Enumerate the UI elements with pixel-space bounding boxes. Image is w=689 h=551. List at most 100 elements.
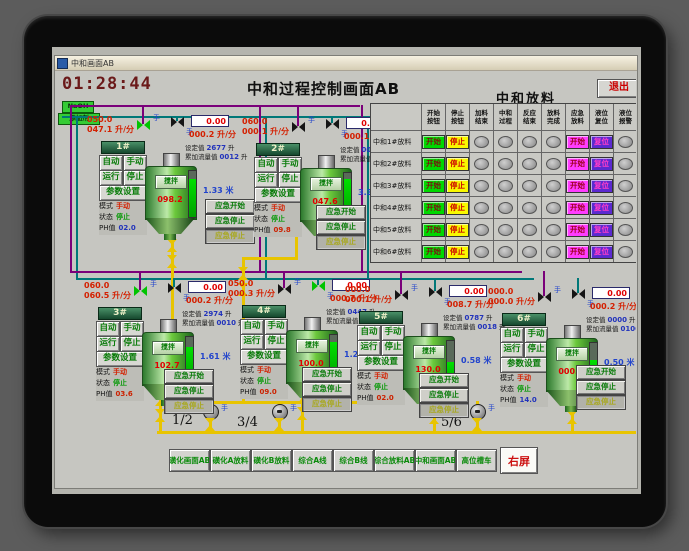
stir-button[interactable]: 搅拌 [296, 339, 328, 353]
emergency-start-button[interactable]: 应急开始 [316, 205, 366, 220]
inlet-valve-right-icon[interactable] [168, 283, 181, 294]
inlet-valve-right-icon[interactable] [326, 119, 339, 130]
auto-button[interactable]: 自动 [357, 325, 381, 341]
emergency-stop-button[interactable]: 应急停止 [316, 220, 366, 235]
nav-button-5[interactable]: 综合B线 [333, 449, 374, 472]
discharge-stop-button[interactable]: 停止 [446, 156, 469, 171]
info-value: 手动 [271, 204, 285, 212]
emergency-discharge-button[interactable]: 开始 [566, 156, 589, 171]
inlet-valve-left-icon[interactable] [137, 120, 150, 131]
nav-button-1[interactable]: 磺化画面AB [169, 449, 210, 472]
stop-button[interactable]: 停止 [278, 172, 302, 188]
inlet-valve-right-icon[interactable] [429, 287, 442, 298]
inlet-valve-left-icon[interactable] [134, 286, 147, 297]
manual-button[interactable]: 手动 [264, 319, 288, 335]
inlet-valve-right-icon[interactable] [171, 117, 184, 128]
table-cell [613, 240, 636, 262]
window-titlebar[interactable]: 中和画面AB [55, 56, 637, 71]
nav-button-8[interactable]: 高位槽车 [456, 449, 497, 472]
param-settings-button[interactable]: 参数设置 [500, 357, 548, 373]
param-settings-button[interactable]: 参数设置 [96, 351, 144, 367]
emergency-stop-button[interactable]: 应急停止 [576, 380, 626, 395]
level-reset-button[interactable]: 复位 [590, 200, 613, 215]
tank-graphic[interactable]: 搅拌 098.2 [145, 153, 199, 241]
run-button[interactable]: 运行 [254, 172, 278, 188]
discharge-stop-button[interactable]: 停止 [446, 134, 469, 149]
auto-button[interactable]: 自动 [254, 157, 278, 173]
nav-button-right-screen[interactable]: 右屏 [500, 447, 538, 474]
emergency-discharge-button[interactable]: 开始 [566, 222, 589, 237]
inlet-valve-left-icon[interactable] [538, 292, 551, 303]
stir-button[interactable]: 搅拌 [413, 345, 445, 359]
info-value: 手动 [257, 366, 271, 374]
emergency-discharge-button[interactable]: 开始 [566, 244, 589, 259]
emergency-start-button[interactable]: 应急开始 [576, 365, 626, 380]
manual-button[interactable]: 手动 [123, 155, 147, 171]
stop-button[interactable]: 停止 [120, 336, 144, 352]
level-reset-button[interactable]: 复位 [590, 156, 613, 171]
discharge-stop-button[interactable]: 停止 [446, 222, 469, 237]
pump-valve-icon[interactable] [274, 418, 285, 431]
level-reset-button[interactable]: 复位 [590, 244, 613, 259]
nav-button-2[interactable]: 磺化A放料 [210, 449, 251, 472]
stir-button[interactable]: 搅拌 [155, 175, 187, 189]
discharge-stop-button[interactable]: 停止 [446, 244, 469, 259]
discharge-start-button[interactable]: 开始 [422, 156, 445, 171]
discharge-start-button[interactable]: 开始 [422, 244, 445, 259]
run-button[interactable]: 运行 [357, 340, 381, 356]
discharge-start-button[interactable]: 开始 [422, 222, 445, 237]
param-settings-button[interactable]: 参数设置 [357, 355, 405, 371]
manual-button[interactable]: 手动 [278, 157, 302, 173]
manual-button[interactable]: 手动 [120, 321, 144, 337]
inlet-valve-right-icon[interactable] [572, 289, 585, 300]
emergency-discharge-button[interactable]: 开始 [566, 178, 589, 193]
emergency-stop-button[interactable]: 应急停止 [164, 384, 214, 399]
discharge-stop-button[interactable]: 停止 [446, 200, 469, 215]
manual-button[interactable]: 手动 [524, 327, 548, 343]
run-button[interactable]: 运行 [96, 336, 120, 352]
emergency-stop-button[interactable]: 应急停止 [419, 388, 469, 403]
param-settings-button[interactable]: 参数设置 [254, 187, 302, 203]
info-value: 手动 [116, 202, 130, 210]
stir-button[interactable]: 搅拌 [310, 177, 342, 191]
exit-button[interactable]: 退出 [597, 79, 636, 98]
level-reset-button[interactable]: 复位 [590, 222, 613, 237]
discharge-valve-icon[interactable] [167, 255, 178, 268]
nav-button-7[interactable]: 中和画面AB [415, 449, 456, 472]
nav-button-6[interactable]: 综合放料AB [374, 449, 415, 472]
stop-button[interactable]: 停止 [123, 170, 147, 186]
manual-button[interactable]: 手动 [381, 325, 405, 341]
discharge-start-button[interactable]: 开始 [422, 178, 445, 193]
flow-rate: 000.3 升/分 [228, 289, 276, 298]
param-settings-button[interactable]: 参数设置 [240, 349, 288, 365]
stop-button[interactable]: 停止 [381, 340, 405, 356]
status-lamp [618, 245, 633, 258]
discharge-start-button[interactable]: 开始 [422, 134, 445, 149]
stir-button[interactable]: 搅拌 [152, 341, 184, 355]
run-button[interactable]: 运行 [240, 334, 264, 350]
discharge-start-button[interactable]: 开始 [422, 200, 445, 215]
stir-button[interactable]: 搅拌 [556, 347, 588, 361]
run-button[interactable]: 运行 [99, 170, 123, 186]
discharge-stop-button[interactable]: 停止 [446, 178, 469, 193]
level-reset-button[interactable]: 复位 [590, 178, 613, 193]
emergency-start-button[interactable]: 应急开始 [419, 373, 469, 388]
inlet-valve-left-icon[interactable] [292, 122, 305, 133]
auto-button[interactable]: 自动 [96, 321, 120, 337]
auto-button[interactable]: 自动 [240, 319, 264, 335]
nav-button-3[interactable]: 磺化B放料 [251, 449, 292, 472]
param-settings-button[interactable]: 参数设置 [99, 185, 147, 201]
nav-button-4[interactable]: 综合A线 [292, 449, 333, 472]
emergency-discharge-button[interactable]: 开始 [566, 200, 589, 215]
inlet-valve-left-icon[interactable] [278, 284, 291, 295]
stop-button[interactable]: 停止 [264, 334, 288, 350]
run-button[interactable]: 运行 [500, 342, 524, 358]
auto-button[interactable]: 自动 [99, 155, 123, 171]
auto-button[interactable]: 自动 [500, 327, 524, 343]
emergency-discharge-button[interactable]: 开始 [566, 134, 589, 149]
inlet-valve-right-icon[interactable] [312, 281, 325, 292]
emergency-start-button[interactable]: 应急开始 [164, 369, 214, 384]
stop-button[interactable]: 停止 [524, 342, 548, 358]
level-reset-button[interactable]: 复位 [590, 134, 613, 149]
inlet-valve-left-icon[interactable] [395, 290, 408, 301]
